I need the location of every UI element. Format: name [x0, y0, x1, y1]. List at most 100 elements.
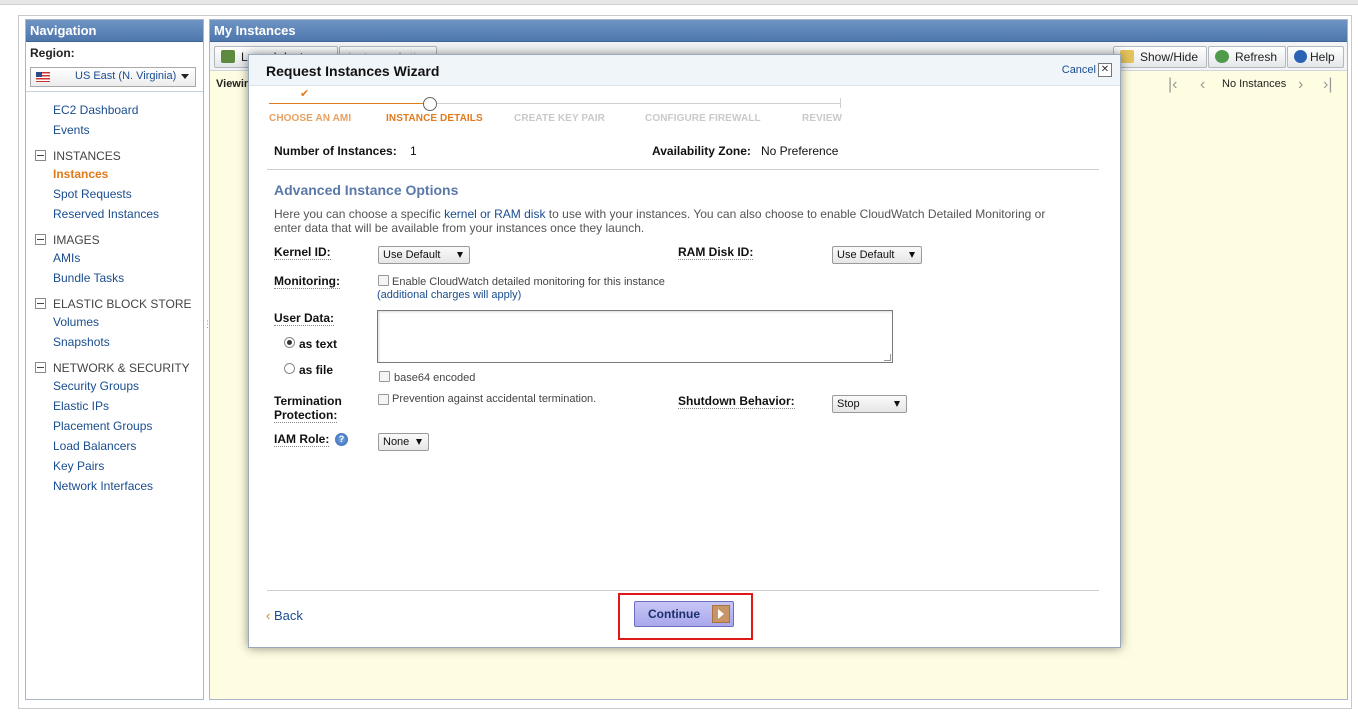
- back-link[interactable]: ‹ Back: [266, 608, 303, 623]
- nav-link-amis[interactable]: AMIs: [53, 251, 80, 265]
- nav-link-instances[interactable]: Instances: [53, 167, 108, 181]
- monitoring-text-label: Monitoring:: [274, 274, 340, 289]
- help-label: Help: [1310, 50, 1335, 64]
- section-divider: [267, 169, 1099, 170]
- chevron-down-icon: [894, 401, 900, 407]
- collapse-icon[interactable]: [35, 298, 46, 309]
- my-instances-header: My Instances: [210, 20, 1347, 42]
- collapse-icon[interactable]: [35, 234, 46, 245]
- navigation-header: Navigation: [26, 20, 203, 42]
- us-flag-icon: [36, 72, 50, 82]
- user-data-text: User Data:: [274, 311, 335, 326]
- continue-highlight: Continue: [618, 593, 753, 640]
- shutdown-behavior-label: Shutdown Behavior:: [678, 394, 795, 409]
- nav-link-key-pairs[interactable]: Key Pairs: [53, 459, 104, 473]
- arrow-right-icon: [712, 605, 730, 623]
- monitoring-charges-note: (additional charges will apply): [377, 289, 522, 301]
- next-page-icon[interactable]: ›: [1298, 76, 1303, 94]
- base64-checkbox[interactable]: [379, 371, 390, 382]
- kernel-ramdisk-link[interactable]: kernel or RAM disk: [444, 207, 545, 221]
- user-data-textarea[interactable]: [377, 310, 893, 363]
- nav-link-ec2-dashboard[interactable]: EC2 Dashboard: [53, 103, 138, 117]
- shutdown-behavior-text: Shutdown Behavior:: [678, 394, 795, 409]
- nav-group-images[interactable]: IMAGES: [35, 233, 100, 247]
- continue-label: Continue: [648, 607, 700, 621]
- nav-divider: [26, 91, 203, 92]
- nav-link-snapshots[interactable]: Snapshots: [53, 335, 110, 349]
- nav-link-elastic-ips[interactable]: Elastic IPs: [53, 399, 109, 413]
- show-hide-button[interactable]: Show/Hide: [1113, 46, 1208, 68]
- nav-group-instances[interactable]: INSTANCES: [35, 149, 121, 163]
- as-text-radio[interactable]: [284, 337, 295, 348]
- kernel-id-select[interactable]: Use Default: [378, 246, 470, 264]
- nav-link-volumes[interactable]: Volumes: [53, 315, 99, 329]
- step-review: REVIEW: [802, 113, 843, 124]
- nav-link-network-interfaces[interactable]: Network Interfaces: [53, 479, 153, 493]
- shutdown-behavior-select[interactable]: Stop: [832, 395, 907, 413]
- kernel-id-label: Kernel ID:: [274, 245, 331, 260]
- wizard-title-bar: Request Instances Wizard Cancel ✕: [249, 55, 1120, 86]
- prev-page-icon[interactable]: ‹: [1200, 76, 1205, 94]
- current-step-dot: [423, 97, 437, 111]
- step-complete-check-icon: ✔: [300, 88, 310, 100]
- panel-splitter[interactable]: ⋮: [203, 320, 212, 329]
- region-select[interactable]: US East (N. Virginia): [30, 67, 196, 87]
- nav-link-security-groups[interactable]: Security Groups: [53, 379, 139, 393]
- monitoring-label: Monitoring:: [274, 274, 340, 289]
- iam-help-icon[interactable]: ?: [335, 433, 348, 446]
- termination-protection-checkbox[interactable]: [378, 394, 389, 405]
- nav-group-network-security[interactable]: NETWORK & SECURITY: [35, 361, 190, 375]
- resize-handle-icon[interactable]: [884, 354, 891, 361]
- nav-group-label: ELASTIC BLOCK STORE: [53, 297, 192, 311]
- continue-button[interactable]: Continue: [634, 601, 734, 627]
- user-data-label: User Data:: [274, 311, 335, 326]
- as-file-label: as file: [299, 363, 334, 377]
- advanced-options-description: Here you can choose a specific kernel or…: [274, 207, 1074, 235]
- termination-label-line2: Protection:: [274, 408, 338, 423]
- termination-protection-label: Termination Protection:: [274, 394, 342, 423]
- nav-group-label: NETWORK & SECURITY: [53, 361, 190, 375]
- nav-link-bundle-tasks[interactable]: Bundle Tasks: [53, 271, 124, 285]
- refresh-icon: [1215, 50, 1229, 63]
- nav-link-spot-requests[interactable]: Spot Requests: [53, 187, 132, 201]
- kernel-id-text: Kernel ID:: [274, 245, 331, 260]
- nav-link-reserved-instances[interactable]: Reserved Instances: [53, 207, 159, 221]
- pager-text: No Instances: [1222, 78, 1287, 90]
- ram-disk-id-select[interactable]: Use Default: [832, 246, 922, 264]
- nav-link-placement-groups[interactable]: Placement Groups: [53, 419, 152, 433]
- num-instances-label: Number of Instances:: [274, 144, 397, 158]
- num-instances-value: 1: [410, 144, 417, 158]
- progress-track-end: [840, 98, 841, 108]
- nav-group-elastic-block-store[interactable]: ELASTIC BLOCK STORE: [35, 297, 192, 311]
- first-page-icon[interactable]: |‹: [1168, 76, 1177, 94]
- ram-disk-id-label: RAM Disk ID:: [678, 245, 754, 260]
- iam-role-value: None: [383, 436, 410, 448]
- nav-link-load-balancers[interactable]: Load Balancers: [53, 439, 136, 453]
- availability-zone-value: No Preference: [761, 144, 839, 158]
- nav-link-events[interactable]: Events: [53, 123, 90, 137]
- show-hide-label: Show/Hide: [1140, 50, 1199, 64]
- iam-role-select[interactable]: None: [378, 433, 429, 451]
- region-value: US East (N. Virginia): [75, 70, 177, 82]
- top-border: [0, 0, 1358, 5]
- desc-text: Here you can choose a specific: [274, 207, 445, 221]
- as-text-label: as text: [299, 337, 338, 351]
- monitoring-checkbox[interactable]: [378, 275, 389, 286]
- step-configure-firewall: CONFIGURE FIREWALL: [645, 113, 761, 124]
- as-file-radio[interactable]: [284, 363, 295, 374]
- collapse-icon[interactable]: [35, 362, 46, 373]
- wizard-title: Request Instances Wizard: [266, 63, 440, 79]
- collapse-icon[interactable]: [35, 150, 46, 161]
- close-icon[interactable]: ✕: [1098, 63, 1112, 77]
- monitoring-checkbox-label: Enable CloudWatch detailed monitoring fo…: [392, 276, 665, 288]
- chevron-down-icon: [416, 439, 422, 445]
- refresh-button[interactable]: Refresh: [1208, 46, 1287, 68]
- chevron-down-icon: [181, 74, 189, 79]
- ram-disk-id-text: RAM Disk ID:: [678, 245, 754, 260]
- cancel-link[interactable]: Cancel: [1062, 64, 1096, 76]
- ram-disk-id-value: Use Default: [837, 249, 895, 261]
- back-label: Back: [273, 608, 303, 623]
- last-page-icon[interactable]: ›|: [1323, 76, 1332, 94]
- iam-role-text: IAM Role:: [274, 432, 330, 447]
- help-button[interactable]: Help: [1287, 46, 1344, 68]
